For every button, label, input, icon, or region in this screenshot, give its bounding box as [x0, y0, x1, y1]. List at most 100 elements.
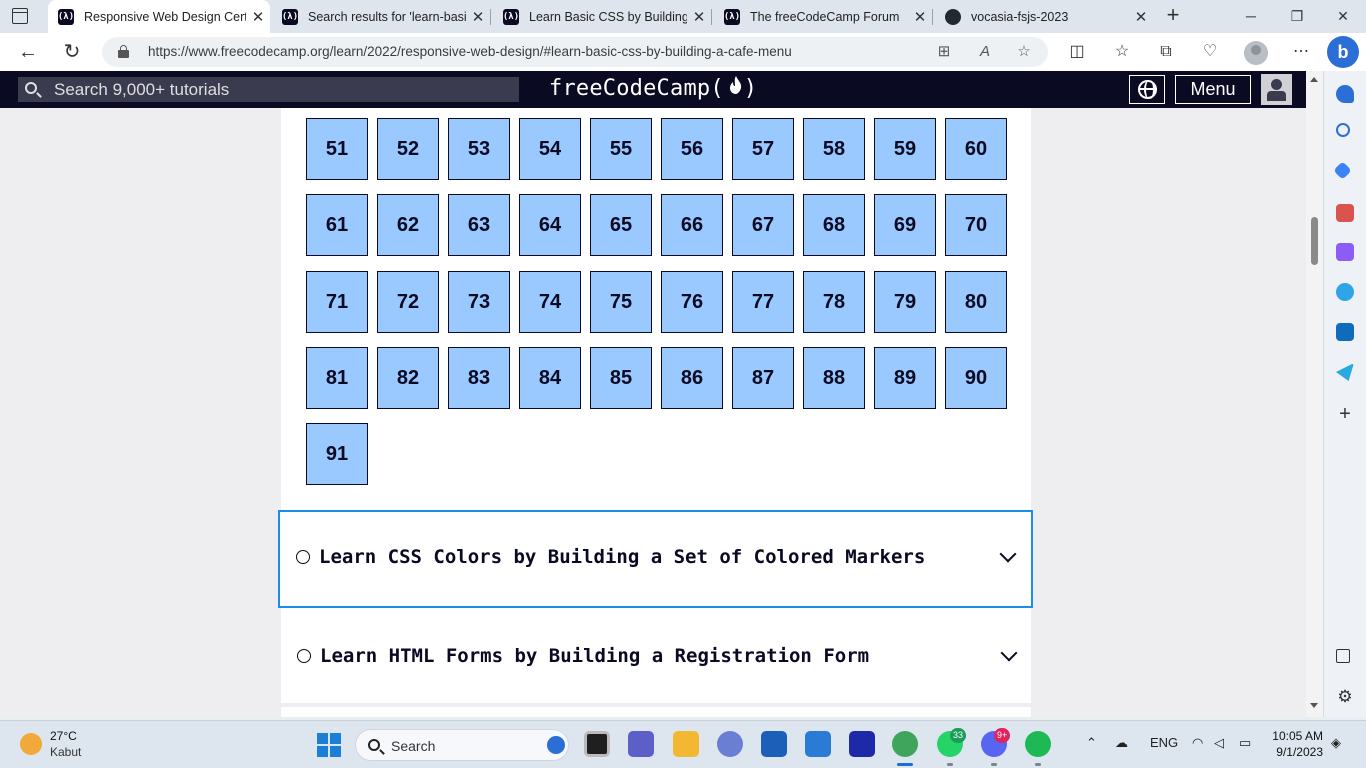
tab-actions-icon[interactable]: [12, 8, 28, 24]
step-button[interactable]: 89: [874, 346, 936, 409]
step-button[interactable]: 88: [803, 346, 865, 409]
file-explorer-icon[interactable]: [673, 731, 699, 757]
mail-app-icon[interactable]: [805, 731, 831, 757]
refresh-icon[interactable]: ↻: [60, 40, 84, 64]
maximize-icon[interactable]: ❐: [1286, 6, 1308, 26]
tab-close-icon[interactable]: ✕: [908, 8, 932, 26]
tab-learn-basic-css[interactable]: (λ) Learn Basic CSS by Building a ✕: [493, 0, 711, 33]
back-icon[interactable]: ←: [16, 40, 40, 64]
app-available-icon[interactable]: ⊞: [935, 43, 953, 61]
step-button[interactable]: 76: [661, 270, 723, 333]
step-button[interactable]: 63: [448, 194, 510, 257]
tab-close-icon[interactable]: ✕: [687, 8, 711, 26]
read-aloud-icon[interactable]: A: [976, 43, 994, 61]
step-button[interactable]: 69: [874, 194, 936, 257]
step-button[interactable]: 74: [519, 270, 581, 333]
battery-icon[interactable]: ▭: [1239, 735, 1251, 751]
step-button[interactable]: 59: [874, 118, 936, 180]
address-bar[interactable]: https://www.freecodecamp.org/learn/2022/…: [102, 37, 1048, 67]
step-button[interactable]: 60: [945, 118, 1007, 180]
terminal-app-icon[interactable]: [584, 731, 610, 757]
step-button[interactable]: 68: [803, 194, 865, 257]
hide-sidebar-icon[interactable]: [1336, 649, 1350, 663]
spotify-icon[interactable]: [1025, 731, 1051, 757]
block-css-colors[interactable]: Learn CSS Colors by Building a Set of Co…: [278, 510, 1033, 608]
scrollbar-thumb[interactable]: [1311, 217, 1318, 265]
tab-search-results[interactable]: (λ) Search results for 'learn-basic ✕: [272, 0, 490, 33]
step-button[interactable]: 73: [448, 270, 510, 333]
azure-app-icon[interactable]: [849, 731, 875, 757]
settings-gear-icon[interactable]: ⚙: [1336, 688, 1354, 706]
weather-temperature[interactable]: 27°C: [50, 729, 77, 743]
tab-close-icon[interactable]: ✕: [1129, 8, 1153, 26]
language-indicator[interactable]: ENG: [1150, 735, 1178, 750]
step-button[interactable]: 51: [306, 118, 368, 180]
search-input[interactable]: Search 9,000+ tutorials: [18, 77, 519, 102]
clock-time[interactable]: 10:05 AM: [1268, 729, 1323, 743]
step-button[interactable]: 83: [448, 346, 510, 409]
block-html-forms[interactable]: Learn HTML Forms by Building a Registrat…: [281, 610, 1031, 702]
step-button[interactable]: 71: [306, 270, 368, 333]
tools-briefcase-icon[interactable]: [1336, 204, 1354, 222]
tab-close-icon[interactable]: ✕: [466, 8, 490, 26]
menu-button[interactable]: Menu: [1175, 75, 1251, 104]
step-button[interactable]: 64: [519, 194, 581, 257]
shopping-tag-icon[interactable]: [1333, 161, 1352, 180]
onedrive-cloud-icon[interactable]: ☁: [1115, 735, 1128, 751]
clock-date[interactable]: 9/1/2023: [1268, 745, 1323, 759]
page-scrollbar[interactable]: [1306, 71, 1323, 717]
microsoft-365-icon[interactable]: [1336, 283, 1354, 301]
step-button[interactable]: 52: [377, 118, 439, 180]
tab-responsive-web-design[interactable]: (λ) Responsive Web Design Certi ✕: [48, 0, 270, 33]
collections-icon[interactable]: ⧉: [1155, 41, 1177, 63]
step-button[interactable]: 62: [377, 194, 439, 257]
scroll-down-icon[interactable]: [1310, 703, 1318, 708]
tab-fcc-forum[interactable]: (λ) The freeCodeCamp Forum ✕: [714, 0, 932, 33]
step-button[interactable]: 53: [448, 118, 510, 180]
step-button[interactable]: 84: [519, 346, 581, 409]
browser-essentials-icon[interactable]: ♡: [1199, 41, 1221, 63]
step-button[interactable]: 91: [306, 423, 368, 486]
step-button[interactable]: 61: [306, 194, 368, 257]
teams-app-icon[interactable]: [628, 731, 654, 757]
edge-browser-icon[interactable]: [892, 731, 918, 757]
step-button[interactable]: 72: [377, 270, 439, 333]
weather-fog-icon[interactable]: [20, 733, 42, 755]
step-button[interactable]: 57: [732, 118, 794, 180]
sidebar-search-icon[interactable]: [1336, 123, 1350, 137]
profile-avatar[interactable]: [1244, 41, 1268, 65]
show-hidden-icons-icon[interactable]: ⌃: [1086, 735, 1097, 751]
lock-icon[interactable]: [118, 45, 129, 58]
add-sidebar-app-icon[interactable]: +: [1336, 404, 1354, 424]
microsoft-store-icon[interactable]: [761, 731, 787, 757]
step-button[interactable]: 80: [945, 270, 1007, 333]
step-button[interactable]: 70: [945, 194, 1007, 257]
step-button[interactable]: 79: [874, 270, 936, 333]
wifi-icon[interactable]: ◠: [1192, 735, 1203, 751]
step-button[interactable]: 66: [661, 194, 723, 257]
taskbar-search-box[interactable]: Search: [355, 729, 569, 761]
step-button[interactable]: 81: [306, 346, 368, 409]
tab-github-repo[interactable]: vocasia-fsjs-2023 ✕: [935, 0, 1153, 33]
weather-description[interactable]: Kabut: [50, 745, 81, 759]
language-button[interactable]: [1129, 75, 1165, 104]
step-button[interactable]: 75: [590, 270, 652, 333]
step-button[interactable]: 82: [377, 346, 439, 409]
step-button[interactable]: 58: [803, 118, 865, 180]
minimize-icon[interactable]: ─: [1240, 6, 1262, 26]
step-button[interactable]: 90: [945, 346, 1007, 409]
more-options-icon[interactable]: ⋯: [1290, 41, 1312, 63]
favorites-icon[interactable]: ☆: [1111, 41, 1133, 63]
step-button[interactable]: 87: [732, 346, 794, 409]
bing-copilot-icon[interactable]: b: [1327, 36, 1359, 68]
close-window-icon[interactable]: ✕: [1332, 6, 1354, 26]
step-button[interactable]: 56: [661, 118, 723, 180]
notification-icon[interactable]: ◈: [1331, 735, 1341, 751]
favorite-star-icon[interactable]: ☆: [1015, 43, 1033, 61]
games-icon[interactable]: [1336, 243, 1354, 261]
windows-start-icon[interactable]: [317, 733, 341, 757]
step-button[interactable]: 55: [590, 118, 652, 180]
url-text[interactable]: https://www.freecodecamp.org/learn/2022/…: [148, 44, 792, 59]
copilot-app-icon[interactable]: [717, 731, 743, 757]
scroll-up-icon[interactable]: [1310, 77, 1318, 82]
